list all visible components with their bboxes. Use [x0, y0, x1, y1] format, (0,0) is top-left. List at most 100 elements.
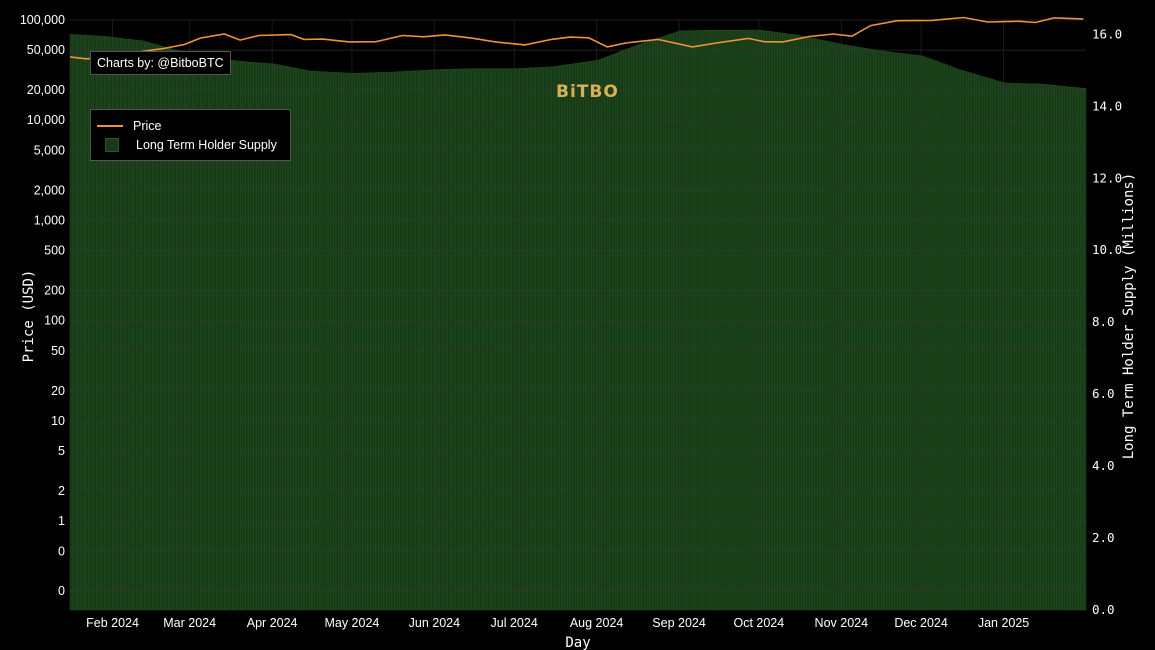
- supply-bar: [325, 71, 329, 611]
- supply-bar: [1016, 83, 1020, 611]
- supply-bar: [391, 71, 395, 611]
- supply-bar: [851, 46, 855, 611]
- supply-bar: [80, 34, 84, 611]
- supply-bar: [583, 62, 587, 611]
- supply-bar: [721, 29, 725, 611]
- supply-bar: [588, 61, 592, 611]
- supply-bar: [474, 68, 478, 611]
- supply-bar: [713, 29, 717, 611]
- supply-bar: [575, 63, 579, 611]
- x-tick-label: Oct 2024: [733, 616, 784, 630]
- supply-bar: [1040, 83, 1044, 611]
- supply-bar: [357, 72, 361, 611]
- supply-bar: [923, 56, 927, 611]
- supply-bar: [572, 63, 576, 611]
- supply-bar: [317, 71, 321, 611]
- supply-bar: [410, 70, 414, 611]
- supply-bar: [870, 49, 874, 611]
- supply-bar: [471, 68, 475, 611]
- supply-bar: [777, 32, 781, 611]
- supply-bar: [865, 48, 869, 611]
- supply-bar: [293, 67, 297, 611]
- supply-bar: [601, 58, 605, 611]
- supply-bar: [644, 42, 648, 611]
- supply-bar: [854, 46, 858, 611]
- supply-bar: [365, 72, 369, 611]
- supply-bar: [407, 70, 411, 611]
- supply-bar: [859, 47, 863, 611]
- supply-bar: [902, 53, 906, 611]
- supply-bar: [1072, 87, 1076, 611]
- left-tick-label: 200: [44, 284, 65, 298]
- legend-item-price[interactable]: Price: [97, 116, 284, 135]
- supply-bar: [979, 75, 983, 611]
- credit-text: Charts by: @BitboBTC: [97, 56, 224, 70]
- chart: BiTBO Feb 2024 Mar 2024 Apr 2024 May 2024 Ju…: [20, 13, 1137, 650]
- supply-bar: [907, 54, 911, 611]
- supply-bar: [535, 67, 539, 611]
- supply-bar: [724, 29, 728, 611]
- supply-bar: [524, 67, 528, 611]
- supply-bar: [952, 67, 956, 611]
- supply-bar: [567, 64, 571, 611]
- supply-bar: [710, 30, 714, 611]
- supply-bar: [827, 41, 831, 611]
- supply-bar: [1045, 84, 1049, 611]
- supply-bar: [564, 64, 568, 611]
- supply-bar: [915, 55, 919, 611]
- right-tick-label: 12.0: [1092, 170, 1122, 185]
- supply-bar: [625, 48, 629, 611]
- supply-bar: [891, 52, 895, 611]
- supply-bar: [1024, 83, 1028, 611]
- supply-bar: [508, 68, 512, 611]
- supply-bar: [617, 51, 621, 611]
- left-tick-label: 20,000: [27, 83, 65, 97]
- supply-bar: [1032, 83, 1036, 611]
- supply-bar: [341, 72, 345, 611]
- supply-bar: [702, 30, 706, 611]
- supply-bar: [963, 71, 967, 611]
- legend-item-supply[interactable]: Long Term Holder Supply: [97, 135, 284, 154]
- supply-bar: [729, 29, 733, 611]
- left-tick-label: 1,000: [34, 213, 65, 227]
- supply-bar: [569, 63, 573, 611]
- supply-bar: [992, 79, 996, 611]
- supply-bar: [700, 30, 704, 611]
- supply-bar: [814, 38, 818, 611]
- supply-bar: [620, 50, 624, 611]
- supply-bar: [306, 70, 310, 611]
- supply-bar: [633, 45, 637, 611]
- supply-bar: [591, 60, 595, 611]
- supply-bar: [484, 68, 488, 611]
- supply-bar: [819, 39, 823, 611]
- x-tick-label: Jun 2024: [409, 616, 460, 630]
- supply-bar: [705, 30, 709, 611]
- supply-bar: [995, 80, 999, 611]
- right-tick-label: 2.0: [1092, 530, 1115, 545]
- left-tick-label: 2: [58, 484, 65, 498]
- supply-bar: [529, 67, 533, 611]
- supply-bar: [543, 66, 547, 611]
- supply-bar: [1064, 86, 1068, 611]
- supply-bar: [753, 29, 757, 611]
- right-tick-label: 4.0: [1092, 458, 1115, 473]
- supply-bar: [654, 38, 658, 611]
- supply-bar: [577, 62, 581, 611]
- left-tick-label: 100: [44, 314, 65, 328]
- supply-bar: [1069, 86, 1073, 611]
- supply-bar: [968, 72, 972, 611]
- supply-bar: [506, 68, 510, 611]
- x-tick-label: May 2024: [324, 616, 379, 630]
- supply-bar: [609, 54, 613, 611]
- supply-bar: [1061, 86, 1065, 611]
- supply-bar: [716, 29, 720, 611]
- left-tick-label: 0: [58, 584, 65, 598]
- bitbo-watermark: BiTBO: [556, 82, 619, 102]
- legend-supply-swatch: [105, 137, 119, 152]
- supply-bar: [311, 71, 315, 611]
- x-tick-label: Aug 2024: [570, 616, 624, 630]
- supply-bar: [556, 65, 560, 611]
- supply-bar: [85, 35, 89, 611]
- supply-bar: [817, 39, 821, 611]
- supply-bar: [604, 57, 608, 611]
